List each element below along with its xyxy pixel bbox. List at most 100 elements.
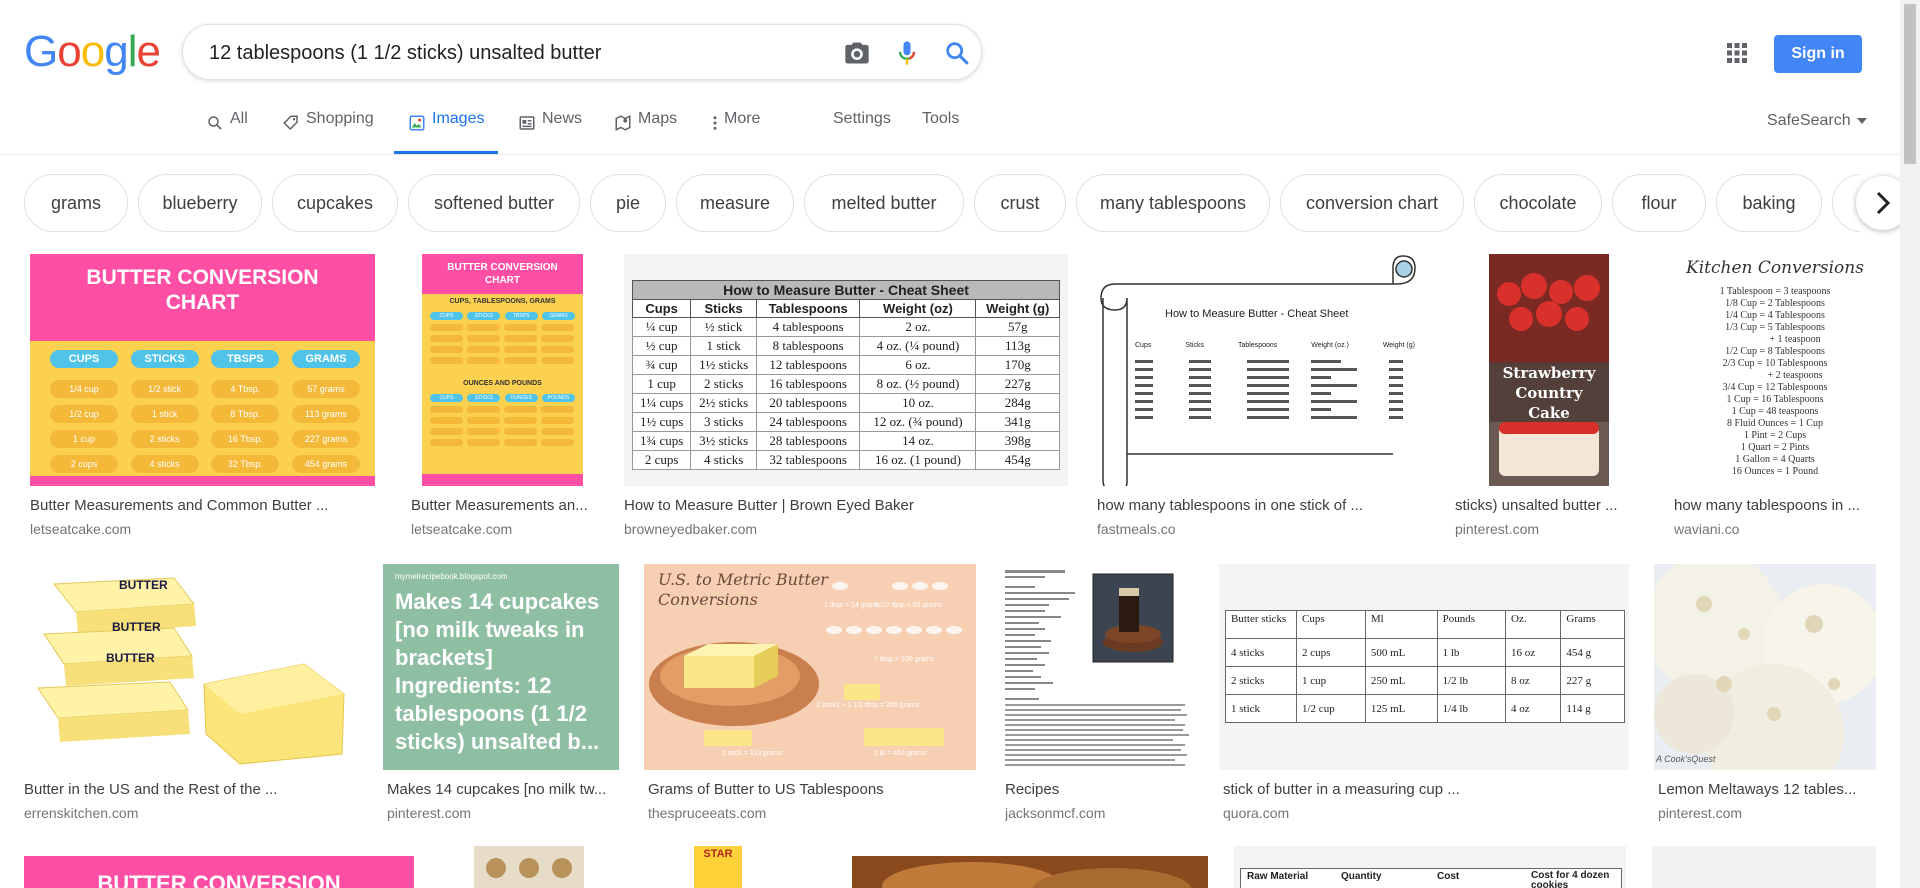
image-result[interactable]: How to Measure Butter - Cheat Sheet Cups… bbox=[624, 254, 1068, 540]
chip[interactable]: blueberry bbox=[138, 174, 262, 232]
image-result[interactable]: Strawberry Country Cake sticks) unsalted… bbox=[1455, 254, 1645, 540]
tab-images[interactable]: Images bbox=[393, 110, 500, 154]
result-source[interactable]: pinterest.com bbox=[1455, 521, 1645, 537]
result-title[interactable]: Grams of Butter to US Tablespoons bbox=[648, 781, 976, 798]
result-thumbnail[interactable]: Strawberry Country Cake bbox=[1489, 254, 1609, 486]
microphone-icon[interactable] bbox=[893, 39, 921, 67]
table-cell: 2½ sticks bbox=[690, 393, 757, 413]
apps-grid-icon[interactable] bbox=[1726, 42, 1748, 64]
camera-icon[interactable] bbox=[843, 39, 871, 67]
result-thumbnail[interactable]: How to Measure Butter - Cheat Sheet Cups… bbox=[624, 254, 1068, 486]
result-source[interactable]: pinterest.com bbox=[387, 805, 619, 821]
chip[interactable]: flour bbox=[1612, 174, 1706, 232]
image-result[interactable]: Butter sticks Cups Ml Pounds Oz. Grams 4… bbox=[1219, 564, 1629, 821]
table-header: Ml bbox=[1364, 610, 1438, 639]
image-result[interactable]: A Cook'sQuest Lemon Meltaways 12 tables.… bbox=[1654, 564, 1876, 821]
table-cell: 114 g bbox=[1560, 694, 1625, 723]
image-result[interactable]: BUTTER CONVERSION CHART CUPS STICKS TBSP… bbox=[30, 254, 375, 540]
image-result[interactable]: U.S. to Metric Butter Conversions 1 tbsp… bbox=[644, 564, 976, 821]
chart-header: STICKS bbox=[130, 350, 199, 368]
table-header: Quantity bbox=[1341, 871, 1382, 882]
image-result[interactable]: How to Measure Butter - Cheat Sheet Cups… bbox=[1097, 254, 1425, 540]
table-cell: 3½ sticks bbox=[690, 431, 757, 451]
result-thumbnail[interactable] bbox=[474, 846, 584, 888]
image-result[interactable]: mymelrecipebook.blogspot.com Makes 14 cu… bbox=[383, 564, 619, 821]
chip[interactable]: many tablespoons bbox=[1076, 174, 1270, 232]
result-title[interactable]: Recipes bbox=[1005, 781, 1194, 798]
image-result[interactable]: Kitchen Conversions 1 Tablespoon = 3 tea… bbox=[1674, 254, 1876, 540]
chip[interactable]: pie bbox=[590, 174, 666, 232]
tab-more[interactable]: More bbox=[710, 110, 760, 154]
result-source[interactable]: jacksonmcf.com bbox=[1005, 805, 1194, 821]
table-cell: 4 sticks bbox=[690, 450, 757, 470]
table-cell: 1/2 lb bbox=[1436, 666, 1507, 695]
result-source[interactable]: pinterest.com bbox=[1658, 805, 1876, 821]
result-thumbnail[interactable]: mymelrecipebook.blogspot.com Makes 14 cu… bbox=[383, 564, 619, 770]
result-thumbnail[interactable]: How to Measure Butter - Cheat Sheet Cups… bbox=[1097, 254, 1425, 486]
result-title[interactable]: Lemon Meltaways 12 tables... bbox=[1658, 781, 1876, 798]
result-source[interactable]: quora.com bbox=[1223, 805, 1629, 821]
tab-all[interactable]: All bbox=[206, 110, 248, 154]
result-title[interactable]: how many tablespoons in one stick of ... bbox=[1097, 497, 1425, 514]
kitchen-line: 1 Quart = 2 Pints bbox=[1740, 442, 1810, 453]
result-thumbnail[interactable]: U.S. to Metric Butter Conversions 1 tbsp… bbox=[644, 564, 976, 770]
tab-news[interactable]: News bbox=[518, 110, 582, 154]
result-title[interactable]: stick of butter in a measuring cup ... bbox=[1223, 781, 1629, 798]
table-header: Cost bbox=[1437, 871, 1460, 882]
result-thumbnail[interactable] bbox=[852, 856, 1208, 888]
scrollbar-thumb[interactable] bbox=[1904, 4, 1916, 164]
result-thumbnail[interactable]: Kitchen Conversions 1 Tablespoon = 3 tea… bbox=[1674, 254, 1876, 486]
google-logo[interactable]: Google bbox=[24, 30, 161, 74]
result-title[interactable]: Butter in the US and the Rest of the ... bbox=[24, 781, 360, 798]
result-title[interactable]: Butter Measurements an... bbox=[411, 497, 596, 514]
result-source[interactable]: fastmeals.co bbox=[1097, 521, 1425, 537]
image-result[interactable]: BUTTER CONVERSION CHART CUPS, TABLESPOON… bbox=[411, 254, 596, 540]
sign-in-button[interactable]: Sign in bbox=[1774, 35, 1862, 73]
chip[interactable]: crust bbox=[974, 174, 1066, 232]
result-thumbnail[interactable] bbox=[1652, 846, 1876, 888]
result-source[interactable]: errenskitchen.com bbox=[24, 805, 360, 821]
chart-header: STICKS bbox=[467, 312, 501, 320]
chip[interactable]: softened butter bbox=[408, 174, 580, 232]
result-title[interactable]: how many tablespoons in ... bbox=[1674, 497, 1876, 514]
result-thumbnail[interactable]: STAR bbox=[694, 846, 742, 888]
chip[interactable]: baking bbox=[1716, 174, 1822, 232]
result-thumbnail[interactable]: BUTTER CONVERSION bbox=[24, 856, 414, 888]
result-thumbnail[interactable]: BUTTER BUTTER BUTTER bbox=[24, 564, 360, 770]
result-thumbnail[interactable]: Butter sticks Cups Ml Pounds Oz. Grams 4… bbox=[1219, 564, 1629, 770]
result-title[interactable]: Butter Measurements and Common Butter ..… bbox=[30, 497, 375, 514]
result-title[interactable]: How to Measure Butter | Brown Eyed Baker bbox=[624, 497, 1068, 514]
table-cell: 8 oz. (½ pound) bbox=[859, 374, 977, 394]
result-thumbnail[interactable] bbox=[1001, 564, 1194, 770]
tab-settings[interactable]: Settings bbox=[833, 110, 891, 154]
chip[interactable]: melted butter bbox=[804, 174, 964, 232]
chip[interactable]: conversion chart bbox=[1280, 174, 1464, 232]
result-title[interactable]: sticks) unsalted butter ... bbox=[1455, 497, 1645, 514]
result-thumbnail[interactable]: BUTTER CONVERSION CHART CUPS, TABLESPOON… bbox=[422, 254, 583, 486]
chip[interactable]: measure bbox=[676, 174, 794, 232]
result-source[interactable]: letseatcake.com bbox=[411, 521, 596, 537]
search-icon[interactable] bbox=[943, 39, 971, 67]
result-source[interactable]: waviani.co bbox=[1674, 521, 1876, 537]
page-scrollbar[interactable] bbox=[1900, 0, 1920, 888]
result-thumbnail[interactable]: Raw Material Quantity Cost Cost for 4 do… bbox=[1234, 846, 1626, 888]
result-source[interactable]: letseatcake.com bbox=[30, 521, 375, 537]
lemon-cookies-graphic bbox=[1654, 564, 1876, 770]
result-source[interactable]: thespruceeats.com bbox=[648, 805, 976, 821]
chip[interactable]: cupcakes bbox=[272, 174, 398, 232]
tab-tools[interactable]: Tools bbox=[922, 110, 959, 154]
search-input[interactable]: 12 tablespoons (1 1/2 sticks) unsalted b… bbox=[182, 24, 982, 80]
image-result[interactable]: BUTTER BUTTER BUTTER Butter in the US an… bbox=[24, 564, 360, 821]
tab-maps[interactable]: Maps bbox=[614, 110, 677, 154]
chip[interactable]: grams bbox=[24, 174, 128, 232]
result-title[interactable]: Makes 14 cupcakes [no milk tw... bbox=[387, 781, 619, 798]
image-result[interactable]: Recipes jacksonmcf.com bbox=[1001, 564, 1194, 821]
chip[interactable]: chocolate bbox=[1474, 174, 1602, 232]
result-source[interactable]: browneyedbaker.com bbox=[624, 521, 1068, 537]
result-thumbnail[interactable]: A Cook'sQuest bbox=[1654, 564, 1876, 770]
safesearch-dropdown[interactable]: SafeSearch bbox=[1767, 112, 1868, 130]
search-query-text[interactable]: 12 tablespoons (1 1/2 sticks) unsalted b… bbox=[209, 25, 601, 81]
tab-label: More bbox=[724, 110, 761, 127]
result-thumbnail[interactable]: BUTTER CONVERSION CHART CUPS STICKS TBSP… bbox=[30, 254, 375, 486]
tab-shopping[interactable]: Shopping bbox=[282, 110, 374, 154]
